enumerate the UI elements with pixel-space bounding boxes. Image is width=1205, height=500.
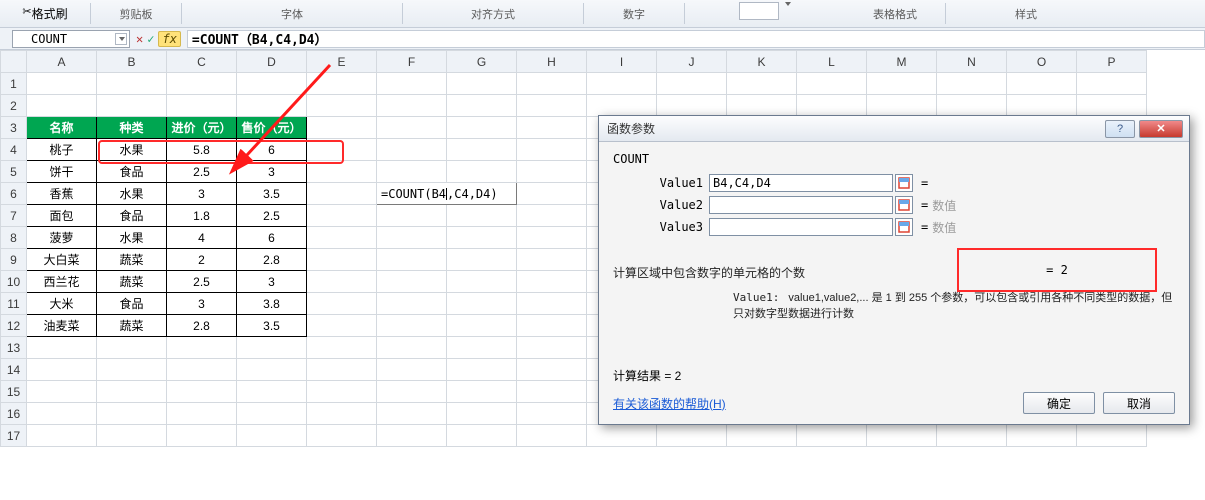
name-box-dropdown-icon[interactable] bbox=[115, 33, 127, 45]
header-cost: 进价（元） bbox=[167, 117, 237, 139]
ribbon-group-tableformat: 表格格式 bbox=[845, 0, 945, 27]
name-box[interactable]: COUNT bbox=[12, 30, 130, 48]
column-header-row: A B C D E F G H I J K L M N O P bbox=[1, 51, 1147, 73]
col-K[interactable]: K bbox=[727, 51, 797, 73]
dialog-help-button[interactable]: ? bbox=[1105, 120, 1135, 138]
formula-bar: COUNT ✕ ✓ fx =COUNT（B4,C4,D4） bbox=[0, 28, 1205, 50]
col-J[interactable]: J bbox=[657, 51, 727, 73]
dialog-titlebar[interactable]: 函数参数 ? ✕ bbox=[599, 116, 1189, 142]
col-E[interactable]: E bbox=[307, 51, 377, 73]
row-2[interactable]: 2 bbox=[1, 95, 1147, 117]
value3-ghost: 数值 bbox=[932, 219, 956, 236]
accept-formula-icon[interactable]: ✓ bbox=[147, 32, 154, 46]
header-price: 售价（元） bbox=[237, 117, 307, 139]
ribbon-group-number: 数字 bbox=[584, 0, 684, 27]
value3-range-select-icon[interactable] bbox=[895, 218, 913, 236]
format-painter-label[interactable]: 格式刷 bbox=[32, 5, 68, 22]
dialog-calc-result: 计算结果 = 2 bbox=[613, 367, 1175, 384]
dialog-param-description: Value1: value1,value2,... 是 1 到 255 个参数，… bbox=[613, 289, 1175, 321]
value3-label: Value3 bbox=[613, 220, 709, 234]
col-H[interactable]: H bbox=[517, 51, 587, 73]
format-painter-icon[interactable]: ✂ bbox=[22, 5, 31, 22]
value2-input[interactable] bbox=[709, 196, 893, 214]
cancel-button[interactable]: 取消 bbox=[1103, 392, 1175, 414]
value1-row: Value1 = bbox=[613, 174, 1175, 192]
col-I[interactable]: I bbox=[587, 51, 657, 73]
header-name: 名称 bbox=[27, 117, 97, 139]
col-A[interactable]: A bbox=[27, 51, 97, 73]
value1-input[interactable] bbox=[709, 174, 893, 192]
header-type: 种类 bbox=[97, 117, 167, 139]
dialog-function-name: COUNT bbox=[613, 152, 1175, 166]
name-box-value: COUNT bbox=[31, 32, 67, 46]
select-all-corner[interactable] bbox=[1, 51, 27, 73]
dialog-help-link[interactable]: 有关该函数的帮助(H) bbox=[613, 395, 726, 412]
ribbon-group-clipboard: 剪贴板 bbox=[91, 0, 181, 27]
dialog-close-button[interactable]: ✕ bbox=[1139, 120, 1183, 138]
ribbon-group-styles: 样式 bbox=[946, 0, 1106, 27]
col-D[interactable]: D bbox=[237, 51, 307, 73]
value2-ghost: 数值 bbox=[932, 197, 956, 214]
value2-range-select-icon[interactable] bbox=[895, 196, 913, 214]
value3-row: Value3 = 数值 bbox=[613, 218, 1175, 236]
ribbon: ✂ 格式刷 剪贴板 字体 对齐方式 数字 表格格式 样式 bbox=[0, 0, 1205, 28]
value2-label: Value2 bbox=[613, 198, 709, 212]
value2-eq: = bbox=[921, 198, 928, 212]
value1-eq: = bbox=[921, 176, 928, 190]
row-17[interactable]: 17 bbox=[1, 425, 1147, 447]
value3-eq: = bbox=[921, 220, 928, 234]
active-cell-F6[interactable]: =COUNT(B4,C4,D4) bbox=[377, 183, 517, 205]
col-G[interactable]: G bbox=[447, 51, 517, 73]
col-C[interactable]: C bbox=[167, 51, 237, 73]
value3-input[interactable] bbox=[709, 218, 893, 236]
col-B[interactable]: B bbox=[97, 51, 167, 73]
ribbon-group-alignment: 对齐方式 bbox=[403, 0, 583, 27]
dialog-result-preview: = 2 bbox=[957, 248, 1157, 292]
formula-input[interactable]: =COUNT（B4,C4,D4） bbox=[187, 30, 1205, 48]
cancel-formula-icon[interactable]: ✕ bbox=[136, 32, 143, 46]
value1-label: Value1 bbox=[613, 176, 709, 190]
ribbon-group-font: 字体 bbox=[182, 0, 402, 27]
col-N[interactable]: N bbox=[937, 51, 1007, 73]
col-L[interactable]: L bbox=[797, 51, 867, 73]
row-1[interactable]: 1 bbox=[1, 73, 1147, 95]
ok-button[interactable]: 确定 bbox=[1023, 392, 1095, 414]
col-M[interactable]: M bbox=[867, 51, 937, 73]
table-format-button[interactable] bbox=[739, 2, 779, 20]
value1-range-select-icon[interactable] bbox=[895, 174, 913, 192]
col-P[interactable]: P bbox=[1077, 51, 1147, 73]
col-O[interactable]: O bbox=[1007, 51, 1077, 73]
formula-text: =COUNT（B4,C4,D4） bbox=[192, 29, 328, 48]
fx-icon[interactable]: fx bbox=[158, 31, 180, 47]
chevron-down-icon[interactable] bbox=[785, 2, 791, 6]
value2-row: Value2 = 数值 bbox=[613, 196, 1175, 214]
col-F[interactable]: F bbox=[377, 51, 447, 73]
dialog-title: 函数参数 bbox=[605, 120, 1101, 137]
function-arguments-dialog[interactable]: 函数参数 ? ✕ COUNT Value1 = Value2 = 数值 Valu… bbox=[598, 115, 1190, 425]
